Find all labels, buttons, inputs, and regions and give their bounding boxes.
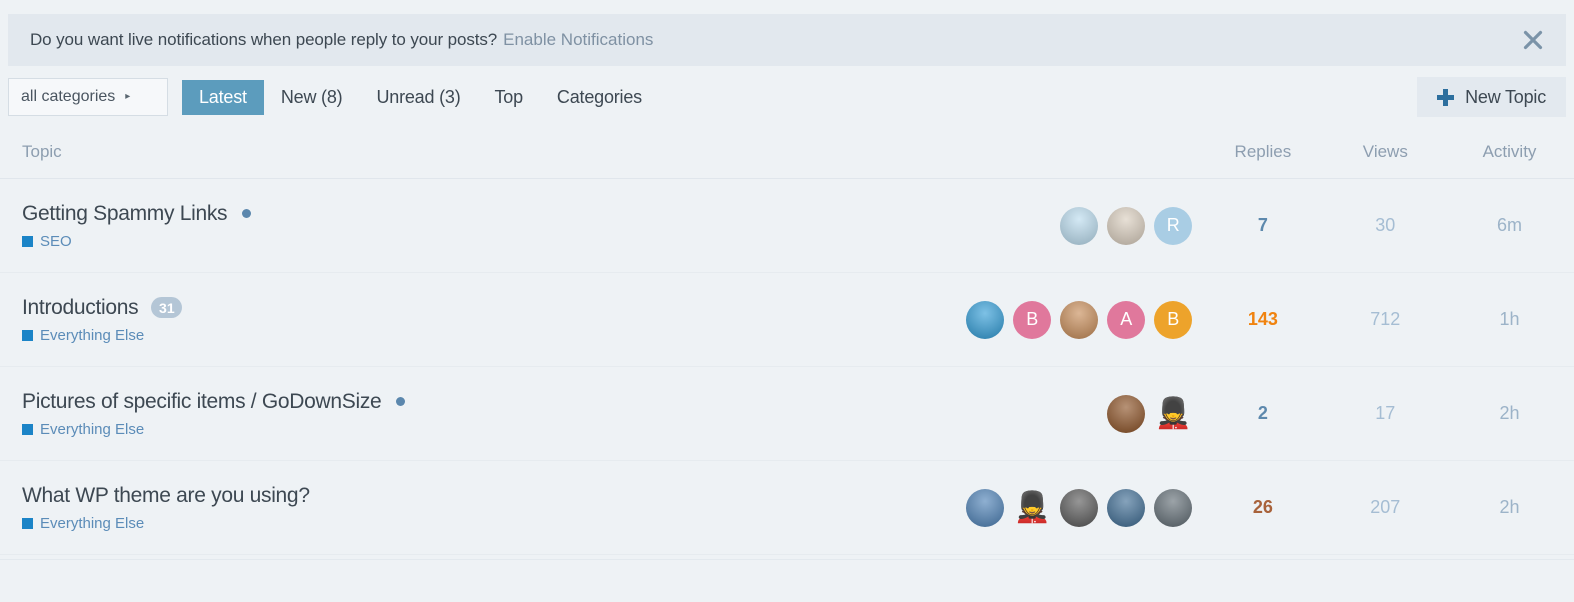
unread-indicator-dot[interactable] — [242, 209, 252, 218]
avatar[interactable] — [1060, 206, 1099, 245]
activity-time: 2h — [1445, 460, 1574, 555]
topic-cell: Getting Spammy Links SEO R — [0, 178, 1201, 273]
topic-cell-inner: Pictures of specific items / GoDownSize E… — [22, 390, 1200, 438]
category-color-swatch-icon — [22, 329, 33, 341]
topic-list-header: Topic Replies Views Activity — [0, 128, 1574, 179]
category-color-swatch-icon — [22, 423, 33, 435]
topic-title-line: Introductions 31 — [22, 296, 966, 320]
avatar[interactable] — [1060, 300, 1099, 339]
tab-new[interactable]: New (8) — [264, 80, 360, 115]
column-header-replies[interactable]: Replies — [1200, 128, 1326, 179]
category-label[interactable]: Everything Else — [22, 515, 966, 532]
unread-indicator-dot[interactable] — [396, 397, 406, 406]
topic-info: Pictures of specific items / GoDownSize E… — [22, 390, 1107, 438]
category-select-label: all categories — [21, 88, 116, 105]
poster-avatars: 💂 — [966, 488, 1200, 527]
category-name[interactable]: Everything Else — [40, 327, 144, 344]
avatar[interactable]: B — [1154, 300, 1193, 339]
topic-cell-inner: Getting Spammy Links SEO R — [22, 202, 1200, 250]
topic-title-link[interactable]: What WP theme are you using? — [22, 484, 310, 508]
avatar[interactable]: 💂 — [1154, 395, 1192, 433]
avatar[interactable] — [1107, 206, 1146, 245]
avatar-emoji-icon: 💂 — [1013, 490, 1051, 524]
replies-count: 7 — [1200, 178, 1326, 273]
avatar[interactable] — [1107, 394, 1146, 433]
replies-count: 26 — [1200, 460, 1326, 555]
topic-title-line: What WP theme are you using? — [22, 484, 966, 508]
topic-info: Introductions 31 Everything Else — [22, 296, 966, 344]
category-name[interactable]: SEO — [40, 233, 72, 250]
activity-time: 6m — [1445, 178, 1574, 273]
list-bottom-divider — [0, 559, 1574, 560]
category-color-swatch-icon — [22, 517, 33, 529]
category-color-swatch-icon — [22, 235, 33, 247]
tab-categories[interactable]: Categories — [540, 80, 659, 115]
tab-unread[interactable]: Unread (3) — [359, 80, 477, 115]
activity-time: 1h — [1445, 272, 1574, 367]
avatar[interactable] — [1060, 488, 1099, 527]
category-label[interactable]: SEO — [22, 233, 1060, 250]
replies-count: 143 — [1200, 272, 1326, 367]
avatar[interactable] — [966, 300, 1005, 339]
category-name[interactable]: Everything Else — [40, 515, 144, 532]
chevron-right-icon: ▸ — [125, 91, 131, 102]
notification-banner: Do you want live notifications when peop… — [8, 14, 1566, 66]
topic-cell-inner: What WP theme are you using? Everything E… — [22, 484, 1200, 532]
table-row[interactable]: Getting Spammy Links SEO R 7 30 6m — [0, 178, 1574, 273]
plus-icon — [1437, 88, 1455, 106]
new-topic-button-label: New Topic — [1465, 86, 1546, 107]
topic-cell: Pictures of specific items / GoDownSize E… — [0, 366, 1201, 461]
category-select-dropdown[interactable]: all categories ▸ — [8, 78, 168, 116]
category-label[interactable]: Everything Else — [22, 327, 966, 344]
avatar-emoji-icon: 💂 — [1154, 396, 1192, 430]
views-count: 17 — [1325, 366, 1446, 461]
poster-avatars: 💂 — [1107, 394, 1200, 433]
topic-title-link[interactable]: Introductions — [22, 296, 139, 320]
column-header-topic[interactable]: Topic — [0, 128, 1201, 179]
topic-list-table: Topic Replies Views Activity Getting Spa… — [0, 128, 1574, 555]
close-icon[interactable] — [1518, 25, 1548, 55]
topic-title-line: Pictures of specific items / GoDownSize — [22, 390, 1107, 414]
topic-title-line: Getting Spammy Links — [22, 202, 1060, 226]
avatar[interactable] — [966, 488, 1005, 527]
table-row[interactable]: Introductions 31 Everything Else B A B 143 712 1… — [0, 272, 1574, 367]
navigation-bar: all categories ▸ Latest New (8) Unread (… — [0, 66, 1574, 128]
nav-tabs: Latest New (8) Unread (3) Top Categories — [182, 79, 659, 115]
topic-info: Getting Spammy Links SEO — [22, 202, 1060, 250]
topic-cell-inner: Introductions 31 Everything Else B A B — [22, 296, 1200, 344]
column-header-activity[interactable]: Activity — [1445, 128, 1574, 179]
notification-banner-message: Do you want live notifications when peop… — [30, 30, 498, 49]
table-row[interactable]: Pictures of specific items / GoDownSize E… — [0, 366, 1574, 461]
replies-count: 2 — [1200, 366, 1326, 461]
post-count-badge[interactable]: 31 — [151, 297, 183, 318]
avatar[interactable] — [1107, 488, 1146, 527]
avatar[interactable]: 💂 — [1013, 489, 1051, 527]
topic-cell: Introductions 31 Everything Else B A B — [0, 272, 1201, 367]
category-label[interactable]: Everything Else — [22, 421, 1107, 438]
tab-top[interactable]: Top — [478, 80, 540, 115]
topic-title-link[interactable]: Pictures of specific items / GoDownSize — [22, 390, 382, 414]
views-count: 30 — [1325, 178, 1446, 273]
category-name[interactable]: Everything Else — [40, 421, 144, 438]
new-topic-button[interactable]: New Topic — [1417, 77, 1566, 117]
tab-latest[interactable]: Latest — [182, 79, 264, 115]
poster-avatars: R — [1060, 206, 1200, 245]
column-header-views[interactable]: Views — [1325, 128, 1446, 179]
activity-time: 2h — [1445, 366, 1574, 461]
avatar[interactable]: B — [1013, 300, 1052, 339]
avatar[interactable] — [1154, 488, 1193, 527]
topic-cell: What WP theme are you using? Everything E… — [0, 460, 1201, 555]
avatar[interactable]: R — [1154, 206, 1193, 245]
topic-list-body: Getting Spammy Links SEO R 7 30 6m Introductio… — [0, 178, 1574, 555]
avatar[interactable]: A — [1107, 300, 1146, 339]
table-row[interactable]: What WP theme are you using? Everything E… — [0, 460, 1574, 555]
views-count: 207 — [1325, 460, 1446, 555]
views-count: 712 — [1325, 272, 1446, 367]
topic-info: What WP theme are you using? Everything E… — [22, 484, 966, 532]
enable-notifications-link[interactable]: Enable Notifications — [503, 30, 653, 50]
poster-avatars: BAB — [966, 300, 1200, 339]
topic-title-link[interactable]: Getting Spammy Links — [22, 202, 228, 226]
